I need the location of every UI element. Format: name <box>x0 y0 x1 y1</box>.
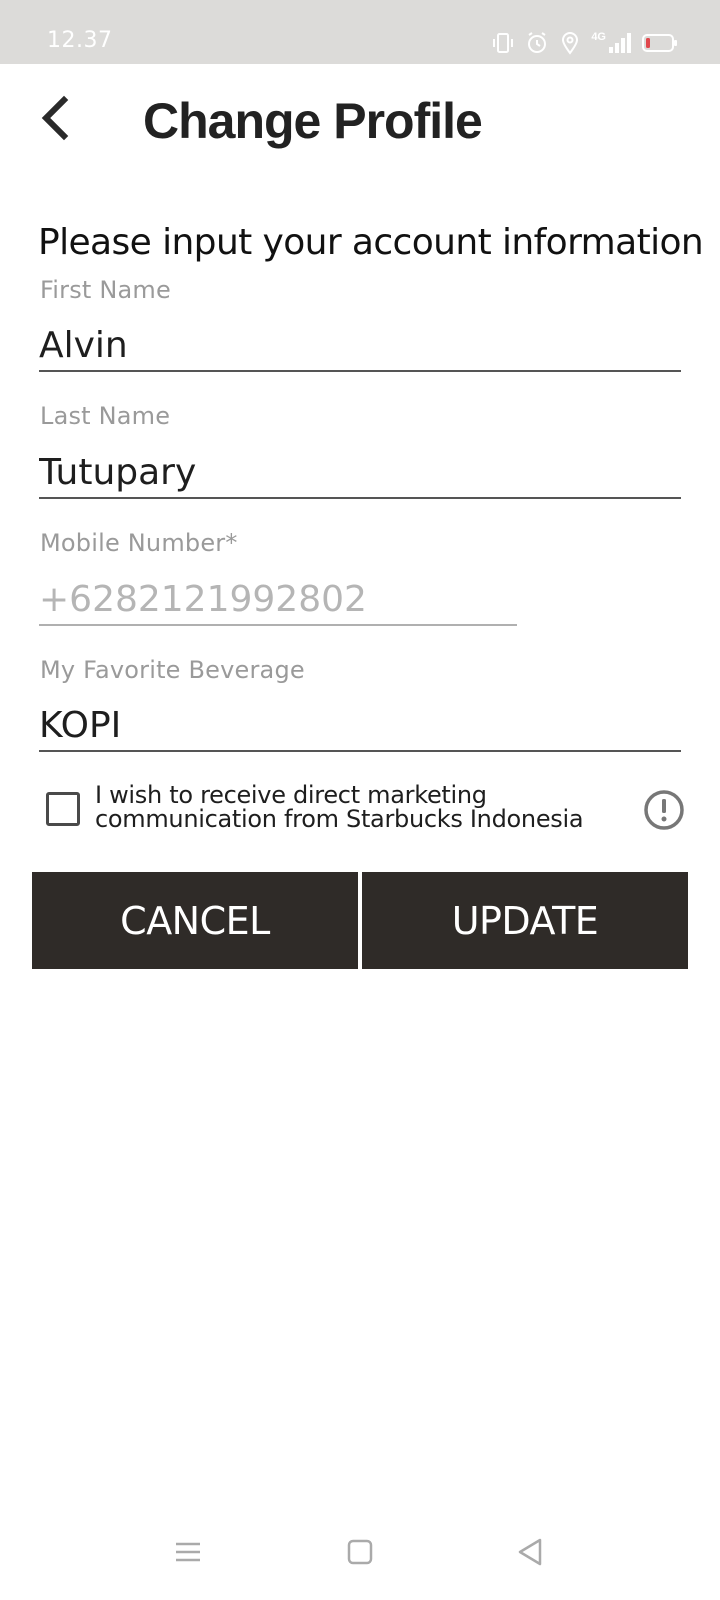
status-time: 12.37 <box>47 28 113 53</box>
alarm-icon <box>525 31 549 55</box>
battery-icon <box>642 32 678 54</box>
back-button[interactable] <box>34 92 78 144</box>
marketing-consent-text: I wish to receive direct marketing commu… <box>95 781 584 833</box>
system-nav-bar <box>0 1530 720 1580</box>
chevron-left-icon <box>41 95 69 141</box>
back-triangle-icon[interactable] <box>516 1538 544 1571</box>
menu-icon[interactable] <box>174 1538 202 1571</box>
cancel-button[interactable]: CANCEL <box>32 872 358 969</box>
home-icon[interactable] <box>346 1538 374 1571</box>
status-bar: 12.37 4G <box>0 0 720 64</box>
favorite-beverage-input[interactable] <box>39 700 681 752</box>
last-name-input[interactable] <box>39 447 681 499</box>
network-label: 4G <box>591 31 606 43</box>
first-name-input[interactable] <box>39 320 681 372</box>
location-icon <box>559 31 581 55</box>
change-profile-screen: 12.37 4G Change Profile Please input you… <box>0 0 720 1600</box>
first-name-label: First Name <box>40 276 171 304</box>
page-title: Change Profile <box>143 93 483 149</box>
update-button[interactable]: UPDATE <box>362 872 688 969</box>
signal-4g-icon: 4G <box>591 31 632 55</box>
marketing-consent-checkbox[interactable] <box>46 792 80 826</box>
status-icons: 4G <box>491 28 678 58</box>
favorite-beverage-label: My Favorite Beverage <box>40 656 305 684</box>
vibrate-icon <box>491 31 515 55</box>
mobile-number-label: Mobile Number* <box>40 529 238 557</box>
info-icon[interactable] <box>643 789 685 831</box>
mobile-number-input <box>39 574 517 626</box>
last-name-label: Last Name <box>40 402 171 430</box>
form-subtitle: Please input your account information <box>38 222 704 263</box>
